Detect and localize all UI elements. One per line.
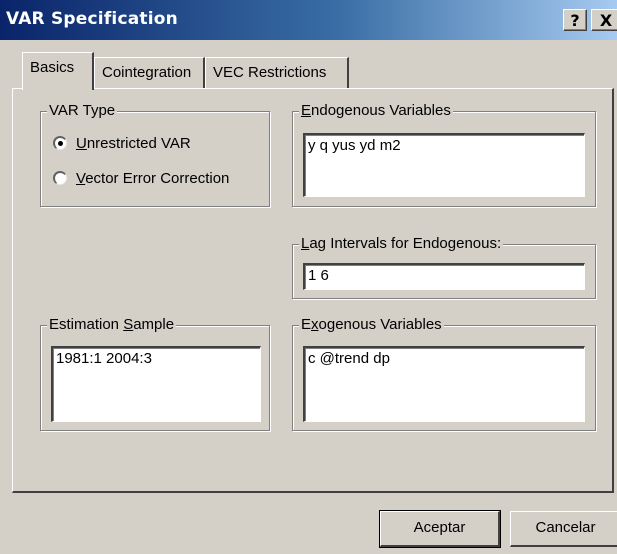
- endogenous-variables-group: Endogenous Variables y q yus yd m2: [292, 101, 596, 207]
- vector-error-correction-radio[interactable]: [53, 171, 67, 185]
- vector-error-correction-label: Vector Error Correction: [76, 169, 230, 187]
- close-button[interactable]: X: [591, 9, 617, 31]
- tab-vec-restrictions[interactable]: VEC Restrictions: [205, 57, 349, 88]
- estimation-sample-group: Estimation Sample 1981:1 2004:3: [40, 315, 270, 431]
- endogenous-variables-legend: Endogenous Variables: [299, 101, 453, 121]
- tab-basics[interactable]: Basics: [22, 52, 94, 90]
- unrestricted-var-radio[interactable]: [53, 136, 67, 150]
- help-button[interactable]: ?: [563, 9, 587, 31]
- accept-button[interactable]: Aceptar: [379, 510, 501, 548]
- var-type-legend: VAR Type: [47, 101, 118, 121]
- estimation-sample-legend: Estimation Sample: [47, 315, 177, 335]
- cancel-button[interactable]: Cancelar: [510, 511, 617, 547]
- unrestricted-var-label: Unrestricted VAR: [76, 134, 191, 152]
- window-title: VAR Specification: [6, 9, 178, 29]
- lag-intervals-legend: Lag Intervals for Endogenous:: [299, 234, 504, 254]
- var-type-group: VAR Type Unrestricted VAR Vector Error C…: [40, 101, 270, 207]
- unrestricted-var-option[interactable]: Unrestricted VAR: [53, 132, 191, 154]
- exogenous-variables-field[interactable]: c @trend dp: [303, 346, 585, 422]
- title-bar: VAR Specification ? X: [0, 0, 617, 40]
- endogenous-variables-field[interactable]: y q yus yd m2: [303, 133, 585, 197]
- tab-cointegration[interactable]: Cointegration: [94, 57, 205, 88]
- lag-intervals-group: Lag Intervals for Endogenous: 1 6: [292, 234, 596, 299]
- vector-error-correction-option[interactable]: Vector Error Correction: [53, 167, 229, 189]
- estimation-sample-field[interactable]: 1981:1 2004:3: [51, 346, 261, 422]
- lag-intervals-field[interactable]: 1 6: [303, 263, 585, 290]
- exogenous-variables-legend: Exogenous Variables: [299, 315, 444, 335]
- exogenous-variables-group: Exogenous Variables c @trend dp: [292, 315, 596, 431]
